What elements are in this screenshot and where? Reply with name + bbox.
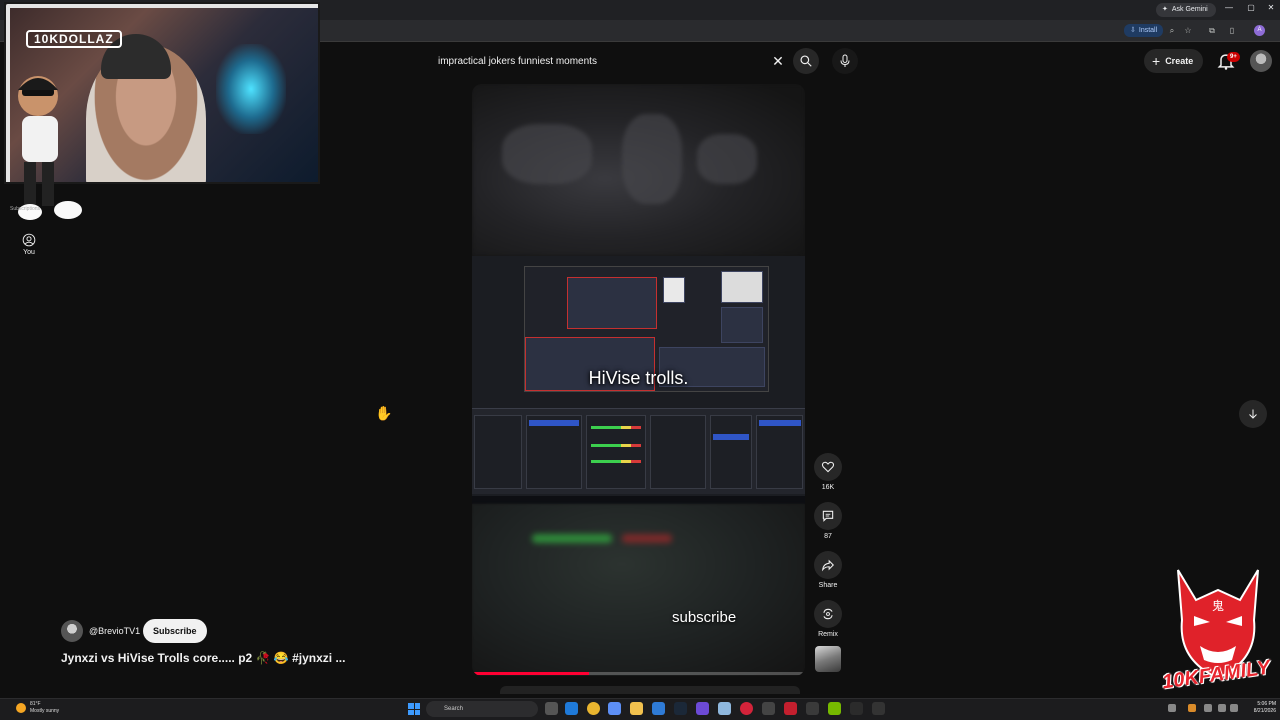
edge-browser-icon[interactable]	[565, 702, 578, 715]
channel-handle[interactable]: @BrevioTV1	[89, 626, 140, 636]
video-blurred-top	[472, 84, 805, 256]
taskbar-search[interactable]: Search	[426, 701, 538, 717]
gaming-app-icon[interactable]	[784, 702, 797, 715]
bookmark-star-icon[interactable]: ☆	[1182, 25, 1194, 37]
game-launcher-icon[interactable]	[740, 702, 753, 715]
video-caption: HiVise trolls.	[588, 368, 689, 388]
windows-taskbar: 81°F Mostly sunny Search 5:06 PM 8/21/20…	[0, 698, 1280, 720]
install-app-button[interactable]: ⇩ Install	[1124, 24, 1164, 37]
plus-icon: +	[1152, 53, 1161, 69]
wifi-icon[interactable]	[1204, 704, 1212, 712]
tray-app-icon[interactable]	[1188, 704, 1196, 712]
windows-start-icon[interactable]	[408, 703, 420, 715]
search-icon	[800, 55, 812, 67]
obs-studio-icon[interactable]	[762, 702, 775, 715]
comments-button[interactable]: 87	[813, 502, 843, 540]
remix-button[interactable]: Remix	[813, 600, 843, 638]
arrow-down-icon	[1249, 409, 1257, 419]
weather-widget[interactable]: 81°F Mostly sunny	[16, 701, 59, 715]
search-box: ✕	[428, 46, 794, 76]
gemini-sparkle-icon: ✦	[1162, 6, 1168, 13]
media-app-icon[interactable]	[872, 702, 885, 715]
tray-chevron-icon[interactable]	[1168, 704, 1176, 712]
pc-case-light	[216, 44, 286, 134]
create-label: Create	[1165, 56, 1194, 66]
account-avatar[interactable]	[1250, 50, 1272, 72]
extensions-icon[interactable]: ⧉	[1206, 25, 1218, 37]
ask-gemini-button[interactable]: ✦ Ask Gemini	[1156, 3, 1216, 17]
clock-date: 8/21/2026	[1253, 708, 1276, 714]
copilot-icon[interactable]	[608, 702, 621, 715]
share-label: Share	[818, 582, 838, 589]
subscribe-button[interactable]: Subscribe	[143, 619, 207, 643]
task-view-icon[interactable]	[545, 702, 558, 715]
hand-pointer-cursor: ✋	[375, 405, 393, 421]
browser-profile-avatar[interactable]: A	[1254, 25, 1265, 36]
install-label: Install	[1138, 27, 1158, 34]
clock-time: 5:06 PM	[1257, 701, 1276, 707]
streaming-app-icon[interactable]	[806, 702, 819, 715]
remix-label: Remix	[818, 631, 838, 638]
side-panel-icon[interactable]: ▯	[1226, 25, 1238, 37]
sidebar-subscriptions-label[interactable]: Subscriptions	[10, 206, 40, 212]
voice-search-button[interactable]	[832, 48, 858, 74]
comment-icon	[822, 510, 834, 522]
store-icon[interactable]	[652, 702, 665, 715]
heart-icon	[821, 461, 835, 473]
zoom-icon[interactable]: ⌕	[1166, 25, 1178, 37]
sidebar-item-you[interactable]: You	[12, 233, 46, 256]
weather-description: Mostly sunny	[30, 708, 60, 714]
like-count: 16K	[821, 484, 835, 491]
search-button[interactable]	[793, 48, 819, 74]
taskbar-clock[interactable]: 5:06 PM 8/21/2026	[1240, 701, 1276, 715]
obs-screenshot-taskbar	[472, 496, 805, 504]
like-button[interactable]: 16K	[813, 453, 843, 491]
share-arrow-icon	[822, 559, 834, 572]
sun-icon	[16, 703, 26, 713]
share-button[interactable]: Share	[813, 551, 843, 589]
maximize-icon[interactable]: ▢	[1245, 3, 1257, 12]
battery-icon[interactable]	[1230, 704, 1238, 712]
search-input[interactable]	[428, 55, 748, 67]
file-explorer-icon[interactable]	[630, 702, 643, 715]
discord-icon[interactable]	[696, 702, 709, 715]
notification-count-badge: 9+	[1227, 52, 1240, 62]
next-short-preview[interactable]	[500, 686, 800, 694]
next-short-button[interactable]	[1239, 400, 1267, 428]
sidebar-item-you-label: You	[23, 249, 35, 256]
svg-text:鬼: 鬼	[1212, 598, 1224, 613]
nvidia-icon[interactable]	[828, 702, 841, 715]
ask-gemini-label: Ask Gemini	[1171, 6, 1208, 13]
clear-search-icon[interactable]: ✕	[769, 52, 787, 70]
install-icon: ⇩	[1130, 27, 1136, 34]
close-window-icon[interactable]: ✕	[1265, 3, 1277, 12]
cartoon-mascot-sticker	[18, 76, 82, 220]
terminal-icon[interactable]	[850, 702, 863, 715]
remix-icon	[823, 608, 833, 620]
create-button[interactable]: + Create	[1144, 49, 1204, 73]
microphone-icon	[840, 54, 850, 67]
app-icon-generic[interactable]	[718, 702, 731, 715]
chrome-browser-icon[interactable]	[587, 702, 600, 715]
volume-icon[interactable]	[1218, 704, 1226, 712]
short-title[interactable]: Jynxzi vs HiVise Trolls core..... p2 🥀 😂…	[61, 651, 345, 665]
webcam-name-tag: 10KDOLLAZ	[26, 30, 122, 48]
video-subscribe-caption: subscribe	[672, 609, 737, 626]
user-circle-icon	[22, 233, 36, 247]
video-progress-fill	[472, 672, 589, 675]
audio-source-thumbnail[interactable]	[815, 646, 841, 672]
comment-count: 87	[824, 533, 832, 540]
short-video-player[interactable]: HiVise trolls. subscribe	[472, 84, 805, 676]
obs-control-panels	[472, 408, 805, 494]
taskbar-search-label: Search	[444, 706, 464, 712]
video-progress-bar[interactable]	[472, 672, 805, 675]
weather-temperature: 81°F	[30, 701, 41, 707]
screen: ✦ Ask Gemini — ▢ ✕ ⇩ Install ⌕ ☆ ⧉ ▯ A ✕…	[0, 0, 1280, 720]
channel-avatar[interactable]	[61, 620, 83, 642]
video-blurred-bottom	[472, 504, 805, 676]
minimize-icon[interactable]: —	[1223, 3, 1235, 12]
steam-icon[interactable]	[674, 702, 687, 715]
